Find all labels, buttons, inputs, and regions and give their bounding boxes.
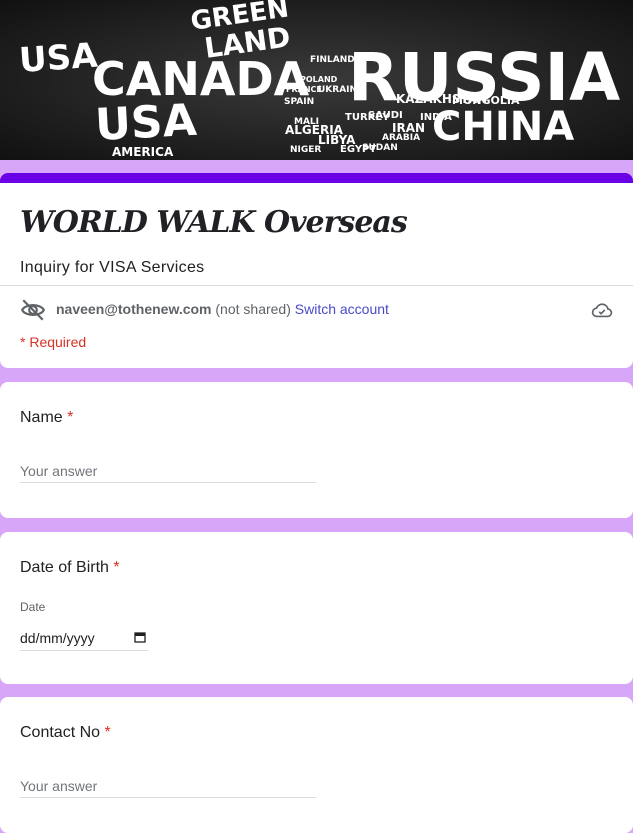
required-note: * Required: [20, 334, 87, 350]
banner-word: MALI: [294, 117, 319, 127]
banner-word: NIGER: [290, 145, 321, 155]
eye-off-icon: [20, 299, 46, 321]
banner-word: AMERICA: [112, 145, 174, 159]
calendar-icon[interactable]: [134, 631, 146, 643]
question-label: Name *: [20, 409, 73, 427]
required-asterisk: *: [67, 409, 74, 426]
cloud-saved-icon: [591, 303, 613, 318]
form-title: WORLD WALK Overseas: [20, 205, 408, 240]
banner-word: UKRAINE: [318, 85, 363, 95]
date-value: dd/mm/yyyy: [20, 630, 95, 646]
question-card-contact: Contact No *: [0, 697, 633, 833]
question-label: Contact No *: [20, 724, 111, 742]
question-label: Date of Birth *: [20, 559, 120, 577]
banner-word: MONGOLIA: [452, 94, 520, 107]
banner-word: SPAIN: [284, 97, 314, 107]
not-shared-label: (not shared): [215, 301, 291, 317]
banner-word: FINLAND: [310, 55, 355, 65]
question-title: Name: [20, 409, 63, 426]
name-input[interactable]: [20, 460, 316, 483]
account-info: naveen@tothenew.com (not shared) Switch …: [56, 301, 389, 317]
form-header-card: WORLD WALK Overseas Inquiry for VISA Ser…: [0, 173, 633, 368]
question-title: Contact No: [20, 724, 101, 741]
date-caption: Date: [20, 600, 46, 614]
banner-word: CHINA: [432, 104, 574, 150]
banner-word: SAUDI: [368, 110, 403, 121]
form-description: Inquiry for VISA Services: [20, 259, 205, 276]
banner-word: USA: [94, 95, 198, 151]
dob-date-input[interactable]: dd/mm/yyyy: [20, 628, 148, 651]
header-banner-image: USA CANADA USA GREEN LAND RUSSIA CHINA K…: [0, 0, 633, 160]
switch-account-link[interactable]: Switch account: [295, 301, 389, 317]
divider: [0, 285, 633, 286]
banner-word: ARABIA: [382, 133, 420, 143]
banner-word: SUDAN: [362, 143, 398, 153]
banner-word: POLAND: [300, 75, 338, 84]
question-card-dob: Date of Birth * Date dd/mm/yyyy: [0, 532, 633, 684]
account-row: naveen@tothenew.com (not shared) Switch …: [20, 297, 613, 323]
question-card-name: Name *: [0, 382, 633, 518]
required-asterisk: *: [113, 559, 120, 576]
account-email: naveen@tothenew.com: [56, 301, 212, 317]
required-asterisk: *: [104, 724, 111, 741]
contact-no-input[interactable]: [20, 775, 316, 798]
question-title: Date of Birth: [20, 559, 109, 576]
banner-word: INDIA: [420, 112, 452, 123]
banner-word: USA: [18, 36, 100, 81]
banner-word: FRANCE: [286, 85, 322, 94]
